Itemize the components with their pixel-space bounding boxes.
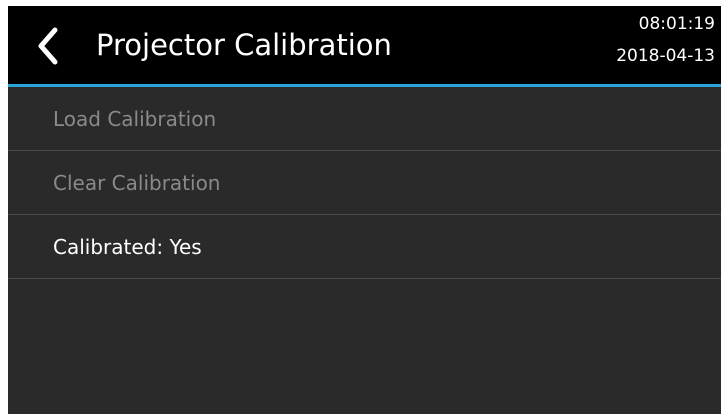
- device-screen: Projector Calibration 08:01:19 2018-04-1…: [8, 6, 721, 414]
- clock-time: 08:01:19: [638, 14, 715, 34]
- menu-item-label: Load Calibration: [53, 107, 217, 131]
- page-title: Projector Calibration: [96, 28, 392, 62]
- header-bar: Projector Calibration 08:01:19 2018-04-1…: [8, 6, 721, 84]
- calibration-menu: Load Calibration Clear Calibration Calib…: [8, 87, 721, 279]
- clock-date: 2018-04-13: [616, 46, 715, 66]
- back-button[interactable]: [28, 24, 68, 68]
- load-calibration-item[interactable]: Load Calibration: [8, 87, 721, 151]
- clock: 08:01:19 2018-04-13: [616, 12, 715, 68]
- chevron-left-icon: [35, 26, 61, 66]
- clear-calibration-item[interactable]: Clear Calibration: [8, 151, 721, 215]
- menu-item-label: Clear Calibration: [53, 171, 221, 195]
- menu-item-label: Calibrated: Yes: [53, 235, 202, 259]
- calibration-status-item: Calibrated: Yes: [8, 215, 721, 279]
